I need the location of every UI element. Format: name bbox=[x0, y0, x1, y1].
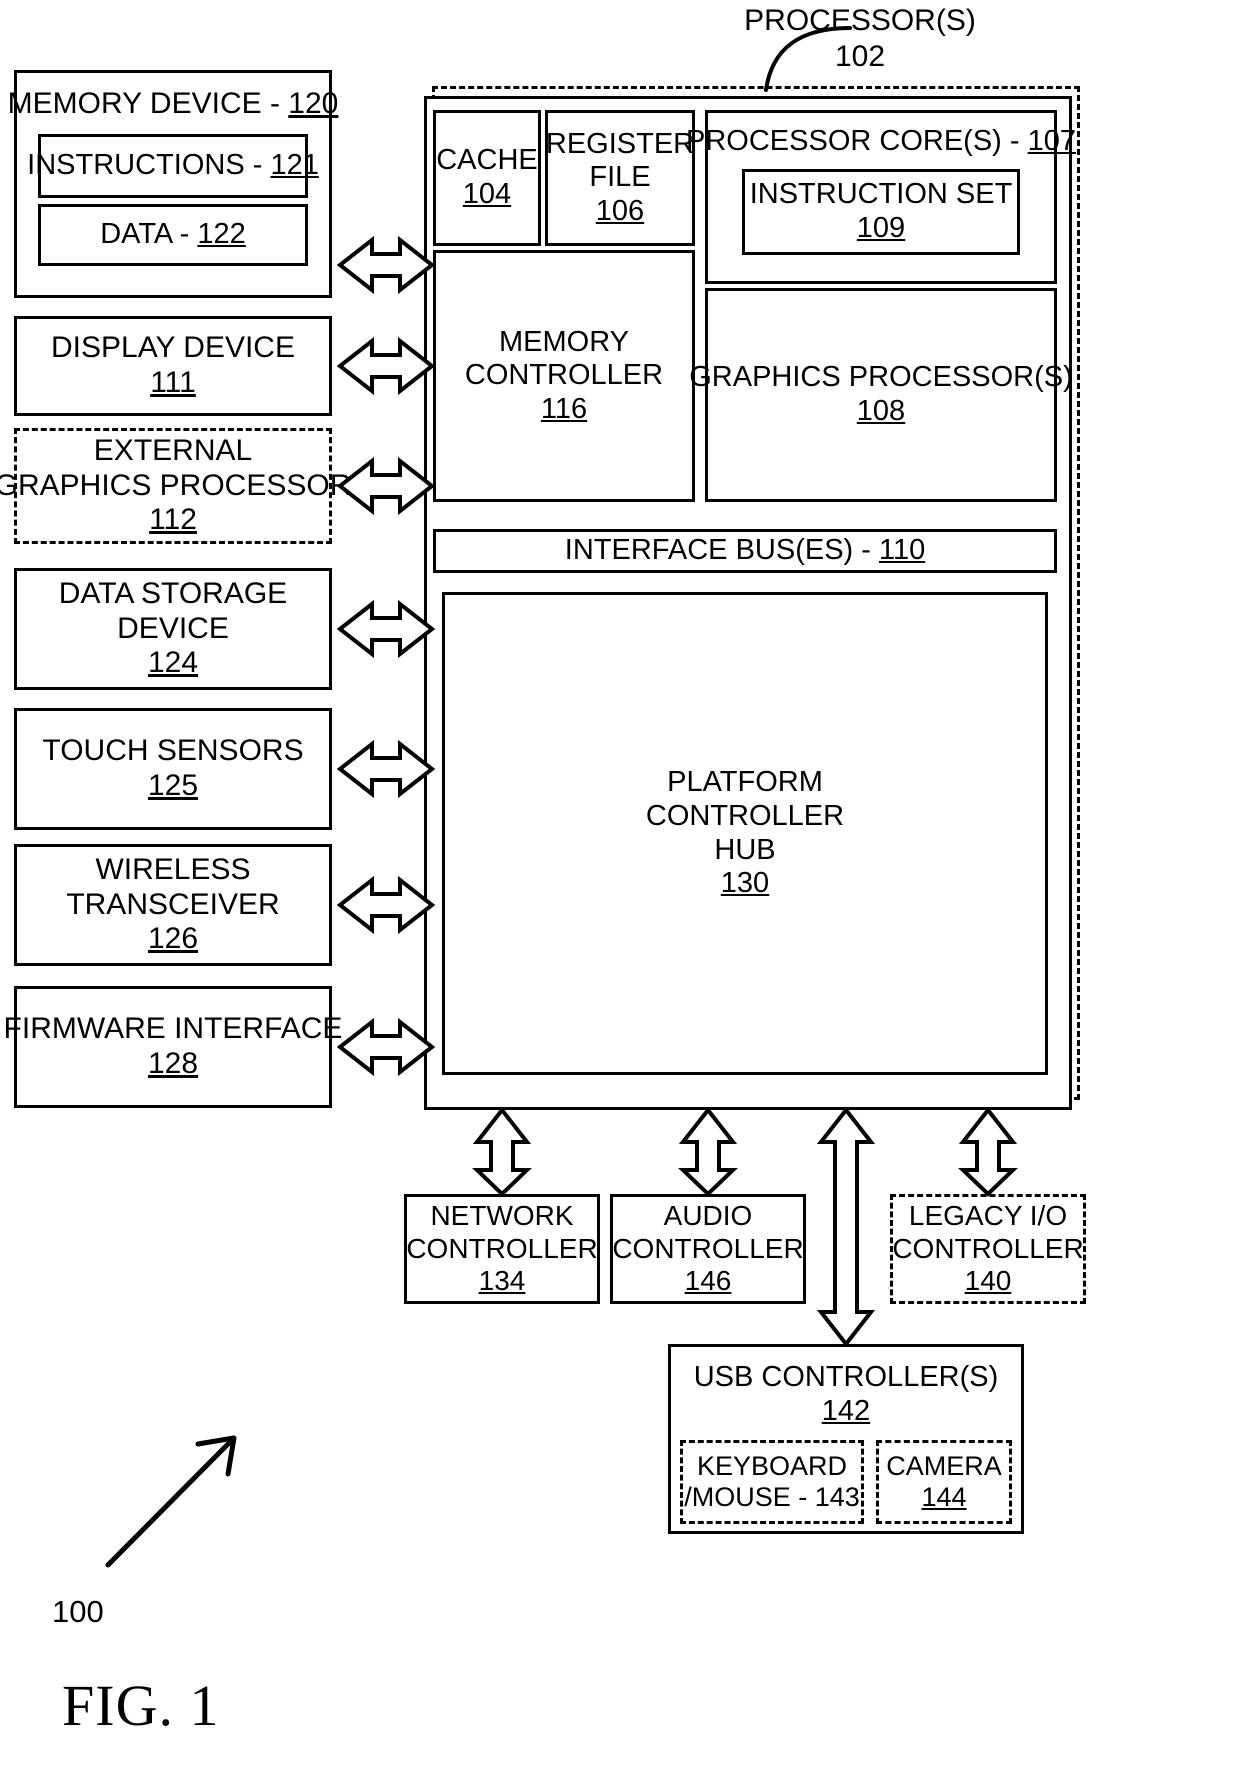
legacy-io-controller-label-line2: CONTROLLER bbox=[892, 1232, 1084, 1264]
touch-sensors-box: TOUCH SENSORS 125 bbox=[14, 708, 332, 830]
cache-label: CACHE bbox=[436, 144, 538, 177]
interface-bus-label: INTERFACE BUS(ES) - bbox=[564, 534, 879, 567]
data-number: 122 bbox=[197, 217, 246, 250]
keyboard-mouse-box: KEYBOARD /MOUSE - 143 bbox=[680, 1440, 864, 1525]
firmware-interface-number: 128 bbox=[147, 1047, 199, 1080]
network-controller-number: 134 bbox=[478, 1265, 526, 1297]
memory-device-box: MEMORY DEVICE - 120 INSTRUCTIONS - 121 D… bbox=[8, 70, 338, 298]
register-file-label-line2: FILE bbox=[589, 161, 651, 194]
display-device-box: DISPLAY DEVICE 111 bbox=[14, 316, 332, 416]
legacy-io-controller-box: LEGACY I/O CONTROLLER 140 bbox=[890, 1194, 1086, 1304]
external-graphics-processor-label-line2: GRAPHICS PROCESSOR bbox=[0, 468, 352, 502]
processor-cores-box: PROCESSOR CORE(S) - 107 INSTRUCTION SET … bbox=[686, 110, 1076, 284]
pch-label-line2: CONTROLLER bbox=[645, 799, 845, 832]
memory-controller-number: 116 bbox=[540, 392, 588, 425]
audio-controller-label-line1: AUDIO bbox=[663, 1200, 753, 1232]
data-storage-device-label-line2: DEVICE bbox=[117, 611, 229, 645]
network-controller-label-line1: NETWORK bbox=[430, 1200, 574, 1232]
arrow-display-device bbox=[336, 336, 436, 396]
graphics-processor-number: 108 bbox=[856, 395, 906, 427]
register-file-number: 106 bbox=[595, 194, 645, 227]
instructions-box: INSTRUCTIONS - 121 bbox=[27, 133, 319, 198]
arrow-touch-sensors bbox=[336, 739, 436, 799]
register-file-box: REGISTER FILE 106 bbox=[545, 110, 695, 246]
instruction-set-label: INSTRUCTION SET bbox=[749, 178, 1013, 210]
memory-controller-box: MEMORY CONTROLLER 116 bbox=[433, 250, 695, 502]
processor-cores-number: 107 bbox=[1027, 125, 1076, 157]
camera-label: CAMERA bbox=[886, 1450, 1002, 1481]
platform-controller-hub-box: PLATFORM CONTROLLER HUB 130 bbox=[442, 592, 1048, 1075]
camera-number: 144 bbox=[921, 1482, 967, 1513]
touch-sensors-label: TOUCH SENSORS bbox=[42, 734, 304, 768]
system-reference-leader bbox=[105, 1435, 237, 1568]
system-reference-number: 100 bbox=[52, 1594, 104, 1629]
wireless-transceiver-label-line2: TRANSCEIVER bbox=[66, 887, 280, 921]
register-file-label-line1: REGISTER bbox=[545, 127, 695, 160]
usb-controller-number: 142 bbox=[821, 1394, 871, 1427]
patent-figure-1: PROCESSOR(S) 102 CACHE 104 REGISTER FILE… bbox=[0, 0, 1240, 1774]
external-graphics-processor-label-line1: EXTERNAL bbox=[93, 433, 253, 467]
network-controller-box: NETWORK CONTROLLER 134 bbox=[404, 1194, 600, 1304]
arrow-network-controller bbox=[472, 1106, 532, 1197]
instruction-set-box: INSTRUCTION SET 109 bbox=[742, 168, 1020, 255]
memory-device-number: 120 bbox=[288, 87, 339, 120]
memory-controller-label-line1: MEMORY bbox=[499, 325, 629, 358]
data-storage-device-box: DATA STORAGE DEVICE 124 bbox=[14, 568, 332, 690]
network-controller-label-line2: CONTROLLER bbox=[406, 1232, 598, 1264]
arrow-data-storage-device bbox=[336, 599, 436, 659]
touch-sensors-number: 125 bbox=[147, 769, 199, 802]
memory-controller-label-line2: CONTROLLER bbox=[464, 359, 664, 392]
external-graphics-processor-box: EXTERNAL GRAPHICS PROCESSOR 112 bbox=[0, 428, 351, 544]
usb-controller-label: USB CONTROLLER(S) bbox=[693, 1361, 999, 1393]
camera-box: CAMERA 144 bbox=[876, 1440, 1012, 1525]
data-box: DATA - 122 bbox=[38, 203, 308, 266]
arrow-external-graphics-processor bbox=[336, 456, 436, 516]
pch-label-line1: PLATFORM bbox=[667, 766, 823, 799]
instruction-set-number: 109 bbox=[856, 211, 906, 244]
pch-label-line3: HUB bbox=[714, 833, 776, 866]
audio-controller-label-line2: CONTROLLER bbox=[612, 1232, 804, 1264]
arrow-legacy-io-controller bbox=[958, 1106, 1018, 1197]
graphics-processor-label: GRAPHICS PROCESSOR(S) bbox=[689, 361, 1073, 394]
wireless-transceiver-box: WIRELESS TRANSCEIVER 126 bbox=[14, 844, 332, 966]
firmware-interface-box: FIRMWARE INTERFACE 128 bbox=[4, 986, 342, 1108]
processor-callout-label: PROCESSOR(S) bbox=[744, 4, 976, 37]
cache-number: 104 bbox=[462, 178, 512, 210]
arrow-audio-controller bbox=[678, 1106, 738, 1197]
arrow-memory-device bbox=[336, 235, 436, 295]
interface-bus-box: INTERFACE BUS(ES) - 110 bbox=[433, 529, 1057, 573]
figure-caption: FIG. 1 bbox=[62, 1673, 220, 1738]
display-device-label: DISPLAY DEVICE bbox=[51, 331, 295, 365]
graphics-processor-box: GRAPHICS PROCESSOR(S) 108 bbox=[689, 288, 1073, 502]
arrow-wireless-transceiver bbox=[336, 875, 436, 935]
processor-cores-label: PROCESSOR CORE(S) - bbox=[686, 125, 1028, 157]
wireless-transceiver-label-line1: WIRELESS bbox=[95, 852, 251, 886]
wireless-transceiver-number: 126 bbox=[147, 922, 199, 956]
legacy-io-controller-label-line1: LEGACY I/O bbox=[908, 1200, 1068, 1232]
instructions-label: INSTRUCTIONS - bbox=[27, 148, 271, 181]
audio-controller-number: 146 bbox=[684, 1265, 732, 1297]
pch-number: 130 bbox=[720, 867, 770, 900]
memory-device-label: MEMORY DEVICE - bbox=[7, 87, 289, 120]
keyboard-mouse-label-line2: /MOUSE - 143 bbox=[684, 1482, 860, 1513]
processor-callout-number: 102 bbox=[834, 40, 886, 73]
cache-box: CACHE 104 bbox=[433, 110, 541, 246]
display-device-number: 111 bbox=[150, 366, 196, 399]
data-storage-device-label-line1: DATA STORAGE bbox=[58, 576, 288, 610]
interface-bus-number: 110 bbox=[878, 534, 926, 567]
data-storage-device-number: 124 bbox=[147, 646, 199, 680]
external-graphics-processor-number: 112 bbox=[149, 503, 197, 537]
keyboard-mouse-label-line1: KEYBOARD bbox=[696, 1450, 848, 1481]
audio-controller-box: AUDIO CONTROLLER 146 bbox=[610, 1194, 806, 1304]
arrow-firmware-interface bbox=[336, 1017, 436, 1077]
legacy-io-controller-number: 140 bbox=[964, 1265, 1012, 1297]
firmware-interface-label: FIRMWARE INTERFACE bbox=[3, 1012, 343, 1046]
usb-controller-box: USB CONTROLLER(S) 142 KEYBOARD /MOUSE - … bbox=[668, 1344, 1024, 1534]
data-label: DATA - bbox=[100, 217, 198, 250]
arrow-usb-controller bbox=[816, 1106, 876, 1348]
instructions-number: 121 bbox=[270, 148, 319, 181]
